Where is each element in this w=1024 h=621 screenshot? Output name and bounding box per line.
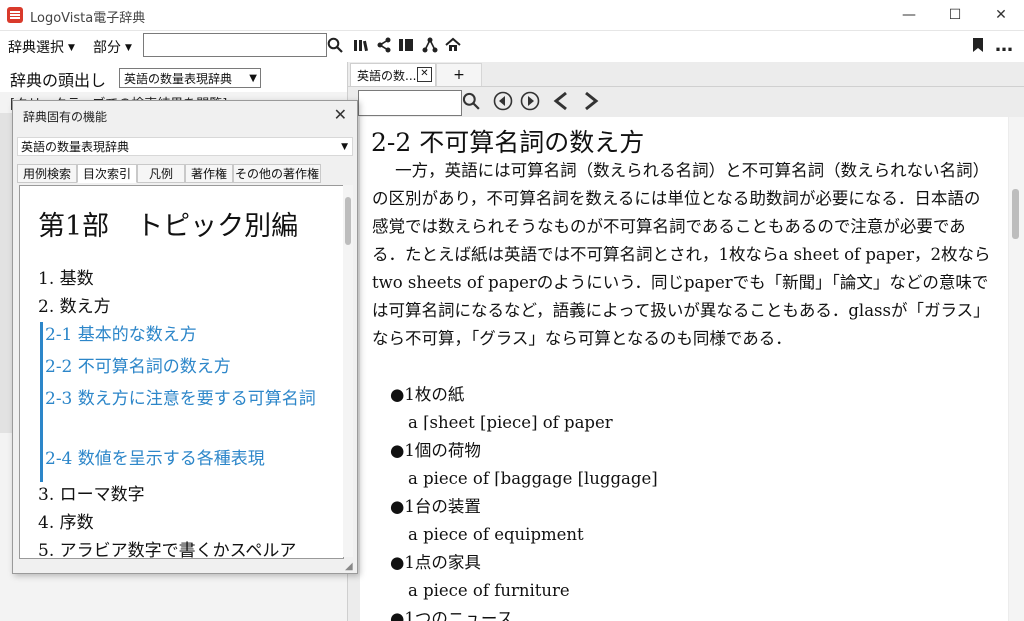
library-icon[interactable] [352,36,370,54]
entry-heading: 2-2 不可算名詞の数え方 [371,128,645,157]
minimize-button[interactable]: — [886,0,932,30]
toc-subitem[interactable]: 2-2 不可算名詞の数え方 [45,354,330,380]
toc-item[interactable]: 4. 序数 [38,508,94,533]
example-text: a ⌈sheet [piece] of paper [408,413,613,432]
toc-view: 第1部 トピック別編 1. 基数 2. 数え方 2-1 基本的な数え方 2-2 … [19,185,344,559]
history-back-icon[interactable] [492,90,514,112]
tab-toc-index[interactable]: 目次索引 [77,164,137,183]
content-search-icon[interactable] [460,90,482,112]
tab-copyright[interactable]: 著作権 [185,164,233,183]
dict-select-menu[interactable]: 辞典選択 ▼ [8,37,75,57]
example-item: ●1つのニュース [390,605,990,621]
toc-scroll-thumb[interactable] [345,197,351,245]
history-forward-icon[interactable] [519,90,541,112]
tab-label: 英語の数... [357,69,417,83]
tab-other-copyright[interactable]: その他の著作権 [233,164,321,183]
title-bar [0,0,1024,31]
add-tab-button[interactable]: + [436,63,482,86]
dict-head-label: 辞典の頭出し [10,71,107,90]
example-item: ●1台の装置 a piece of equipment [390,493,990,549]
panel-tabs: 用例検索 目次索引 凡例 著作権 その他の著作権 [17,164,353,184]
toc-item[interactable]: 5. アラビア数字で書くかスペルア [38,536,296,558]
panel-layout-icon[interactable] [397,36,415,54]
tab-close-icon[interactable]: ✕ [417,67,432,82]
panel-dict-select[interactable]: 英語の数量表現辞典 ▼ [17,137,353,156]
toc-subitem[interactable]: 2-3 数え方に注意を要する可算名詞 [45,386,330,412]
bookmark-icon[interactable] [969,36,987,54]
example-text: a piece of equipment [408,525,584,544]
search-icon[interactable] [326,36,344,54]
share-icon[interactable] [375,36,393,54]
panel-close-icon[interactable]: ✕ [334,105,347,124]
example-text: a piece of ⌈baggage [luggage] [408,469,658,488]
toc-title: 第1部 トピック別編 [38,211,299,242]
app-logo-icon [7,7,23,23]
scroll-thumb[interactable] [1012,189,1019,239]
entry-content: 2-2 不可算名詞の数え方 一方，英語には可算名詞（数えられる名詞）と不可算名詞… [360,117,1008,621]
resize-grip-icon[interactable]: ◢ [345,561,355,572]
toc-scrollbar[interactable] [343,185,353,557]
content-search-input[interactable] [358,90,462,116]
home-icon[interactable] [444,36,462,54]
maximize-button[interactable]: ☐ [932,0,978,30]
tab-active[interactable]: 英語の数... ✕ [350,63,436,86]
example-head: ●1点の家具 [390,553,481,572]
tab-legend[interactable]: 凡例 [137,164,185,183]
example-item: ●1個の荷物 a piece of ⌈baggage [luggage] [390,437,990,493]
content-scrollbar[interactable] [1009,117,1024,621]
entry-paragraph: 一方，英語には可算名詞（数えられる名詞）と不可算名詞（数えられない名詞）の区別が… [372,161,991,348]
example-list: ●1枚の紙 a ⌈sheet [piece] of paper ●1個の荷物 a p… [390,381,990,621]
example-text: a piece of furniture [408,581,570,600]
panel-title: 辞典固有の機能 [23,110,108,124]
next-entry-icon[interactable] [579,90,601,112]
toc-selection-bar [40,322,43,482]
hierarchy-icon[interactable] [421,36,439,54]
part-menu[interactable]: 部分 ▼ [93,37,132,57]
dict-head-select[interactable]: 英語の数量表現辞典 ▼ [119,68,261,88]
toc-item[interactable]: 1. 基数 [38,264,94,289]
example-head: ●1枚の紙 [390,385,465,404]
toc-subitem[interactable]: 2-4 数値を呈示する各種表現 [45,446,330,472]
tab-example-search[interactable]: 用例検索 [17,164,77,183]
example-item: ●1枚の紙 a ⌈sheet [piece] of paper [390,381,990,437]
search-input[interactable] [143,33,327,57]
toc-subitem[interactable]: 2-1 基本的な数え方 [45,322,330,348]
prev-entry-icon[interactable] [551,90,573,112]
close-button[interactable]: ✕ [978,0,1024,30]
toc-item[interactable]: 3. ローマ数字 [38,480,145,505]
example-head: ●1台の装置 [390,497,481,516]
example-item: ●1点の家具 a piece of furniture [390,549,990,605]
dict-features-panel: 辞典固有の機能 ✕ 英語の数量表現辞典 ▼ 用例検索 目次索引 凡例 著作権 その… [12,100,358,574]
left-list-edge [0,113,12,433]
example-head: ●1つのニュース [390,609,514,621]
example-head: ●1個の荷物 [390,441,481,460]
toc-item[interactable]: 2. 数え方 [38,292,111,317]
more-options-icon[interactable]: … [995,35,1013,56]
window-title: LogoVista電子辞典 [30,11,146,26]
